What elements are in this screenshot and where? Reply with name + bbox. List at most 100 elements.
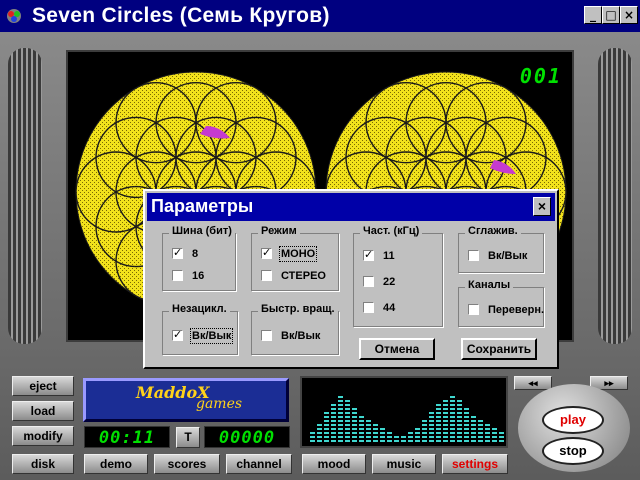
nonloop-option[interactable]: Вк/Вык xyxy=(172,328,234,344)
equalizer-segment xyxy=(464,436,469,438)
equalizer-segment xyxy=(443,424,448,426)
freq-44-label: 44 xyxy=(383,302,396,314)
equalizer-segment xyxy=(457,424,462,426)
freq-11-checkbox[interactable] xyxy=(363,249,374,261)
equalizer-segment xyxy=(345,412,350,414)
equalizer-segment xyxy=(324,440,329,442)
mode-stereo-option[interactable]: СТЕРЕО xyxy=(261,270,326,284)
equalizer-segment xyxy=(345,428,350,430)
equalizer-segment xyxy=(345,416,350,418)
equalizer-segment xyxy=(450,408,455,410)
mode-mono-option[interactable]: МОНО xyxy=(261,246,318,262)
equalizer-segment xyxy=(471,420,476,422)
mode-mono-label: МОНО xyxy=(278,246,318,262)
equalizer-segment xyxy=(471,436,476,438)
equalizer-segment xyxy=(373,440,378,442)
equalizer-segment xyxy=(457,408,462,410)
fastrot-label: Вк/Вык xyxy=(281,330,321,342)
channel-button[interactable]: channel xyxy=(226,454,292,474)
mode-group-label: Режим xyxy=(258,225,300,237)
equalizer-segment xyxy=(499,436,504,438)
equalizer-segment xyxy=(429,412,434,414)
score-display: 00000 xyxy=(204,426,290,448)
equalizer-segment xyxy=(380,436,385,438)
equalizer-segment xyxy=(443,408,448,410)
equalizer-segment xyxy=(387,436,392,438)
t-button[interactable]: T xyxy=(176,427,200,448)
disk-button[interactable]: disk xyxy=(12,454,74,474)
scores-button[interactable]: scores xyxy=(154,454,220,474)
eject-button[interactable]: eject xyxy=(12,376,74,396)
left-speaker-grille xyxy=(8,48,42,344)
equalizer-segment xyxy=(345,408,350,410)
fastrot-group-label: Быстр. вращ. xyxy=(258,303,338,315)
equalizer-segment xyxy=(366,440,371,442)
equalizer-segment xyxy=(492,436,497,438)
load-button[interactable]: load xyxy=(12,401,74,421)
equalizer-segment xyxy=(331,408,336,410)
demo-button[interactable]: demo xyxy=(84,454,148,474)
play-button[interactable]: play xyxy=(542,406,604,434)
dialog-close-button[interactable]: × xyxy=(533,197,551,216)
fastrot-option[interactable]: Вк/Вык xyxy=(261,330,320,344)
modify-button[interactable]: modify xyxy=(12,426,74,446)
freq-44-checkbox[interactable] xyxy=(363,302,374,313)
equalizer-segment xyxy=(324,420,329,422)
mode-mono-checkbox[interactable] xyxy=(261,247,272,259)
equalizer-segment xyxy=(443,412,448,414)
freq-22-option[interactable]: 22 xyxy=(363,276,395,290)
equalizer-segment xyxy=(345,440,350,442)
settings-button[interactable]: settings xyxy=(442,454,508,474)
save-button[interactable]: Сохранить xyxy=(461,338,537,360)
close-button[interactable]: × xyxy=(620,6,638,24)
equalizer-segment xyxy=(450,428,455,430)
rewind-button[interactable]: ◂◂ xyxy=(514,376,552,390)
bus-group-label: Шина (бит) xyxy=(169,225,235,237)
bus-8-option[interactable]: 8 xyxy=(172,247,198,262)
mode-stereo-checkbox[interactable] xyxy=(261,270,272,281)
mode-stereo-label: СТЕРЕО xyxy=(281,270,326,282)
equalizer-segment xyxy=(338,428,343,430)
equalizer-segment xyxy=(429,432,434,434)
equalizer-segment xyxy=(380,440,385,442)
equalizer-segment xyxy=(436,428,441,430)
freq-group-label: Част. (кГц) xyxy=(360,225,423,237)
equalizer-segment xyxy=(450,412,455,414)
nonloop-checkbox[interactable] xyxy=(172,329,183,341)
channels-checkbox[interactable] xyxy=(468,304,479,315)
equalizer-segment xyxy=(450,432,455,434)
equalizer-segment xyxy=(429,440,434,442)
music-button[interactable]: music xyxy=(372,454,436,474)
bus-16-option[interactable]: 16 xyxy=(172,270,204,284)
bus-8-checkbox[interactable] xyxy=(172,247,183,259)
channels-option[interactable]: Переверн. xyxy=(468,304,544,318)
equalizer-segment xyxy=(317,428,322,430)
equalizer-segment xyxy=(359,436,364,438)
smooth-option[interactable]: Вк/Вык xyxy=(468,250,527,264)
stop-button[interactable]: stop xyxy=(542,437,604,465)
equalizer-segment xyxy=(324,412,329,414)
equalizer-segment xyxy=(352,416,357,418)
equalizer-segment xyxy=(387,432,392,434)
freq-group: Част. (кГц) 11 22 44 xyxy=(353,225,443,327)
bus-group: Шина (бит) 8 16 xyxy=(162,225,236,291)
equalizer-segment xyxy=(359,424,364,426)
equalizer-segment xyxy=(436,436,441,438)
equalizer-segment xyxy=(352,428,357,430)
equalizer-segment xyxy=(485,432,490,434)
equalizer-segment xyxy=(373,424,378,426)
equalizer-segment xyxy=(331,412,336,414)
minimize-button[interactable]: _ xyxy=(584,6,602,24)
freq-22-checkbox[interactable] xyxy=(363,276,374,287)
channels-group-label: Каналы xyxy=(465,279,514,291)
bus-16-checkbox[interactable] xyxy=(172,270,183,281)
smooth-checkbox[interactable] xyxy=(468,250,479,261)
maximize-button[interactable]: □ xyxy=(602,6,620,24)
equalizer-segment xyxy=(443,400,448,402)
mood-button[interactable]: mood xyxy=(302,454,366,474)
freq-44-option[interactable]: 44 xyxy=(363,302,395,316)
equalizer-segment xyxy=(422,420,427,422)
freq-11-option[interactable]: 11 xyxy=(363,249,395,264)
cancel-button[interactable]: Отмена xyxy=(359,338,435,360)
fastrot-checkbox[interactable] xyxy=(261,330,272,341)
